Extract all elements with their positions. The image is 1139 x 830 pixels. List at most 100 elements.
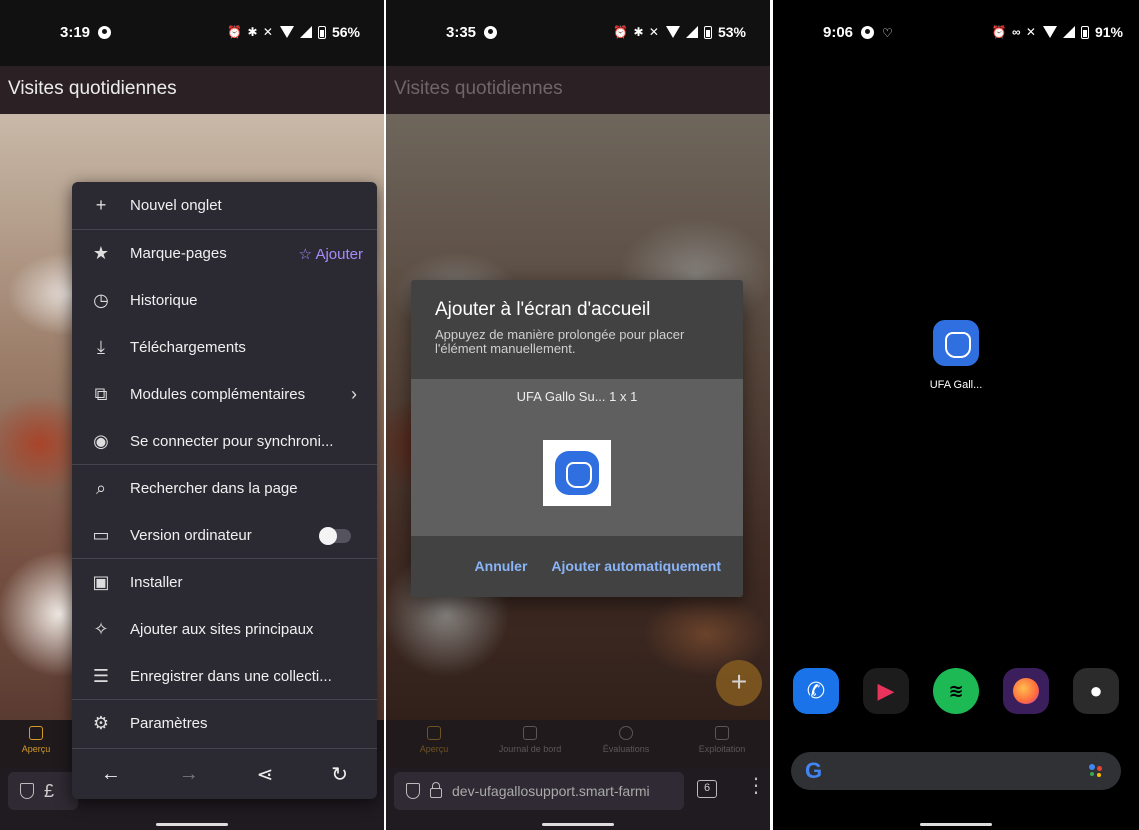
url-text: £ (44, 780, 55, 801)
desktop-site-toggle[interactable] (319, 526, 351, 545)
bottom-navigation: Aperçu Journal de bord Évaluations Explo… (386, 720, 770, 768)
farm-icon (715, 726, 729, 740)
browser-menu: + Nouvel onglet ★ Marque-pages ☆ Ajouter… (72, 182, 377, 799)
home-icon (29, 726, 43, 740)
nav-label: Journal de bord (498, 744, 562, 754)
account-icon: ◉ (93, 431, 109, 451)
menu-install-label: Installer (130, 574, 183, 591)
preview-label: UFA Gallo Su... 1 x 1 (516, 389, 638, 404)
menu-bookmarks[interactable]: ★ Marque-pages ☆ Ajouter (72, 230, 377, 277)
add-to-home-dialog: Ajouter à l'écran d'accueil Appuyez de m… (411, 280, 743, 597)
forward-arrow-icon[interactable]: → (179, 763, 199, 786)
alarm-bluetooth-mute-icons: ⏰ ✱ ✕ (613, 25, 660, 39)
cellular-icon (299, 26, 312, 38)
menu-new-tab-label: Nouvel onglet (130, 197, 222, 214)
home-screen: 9:06 ♡ ⏰ ∞ ✕ 91% UFA Gall... ✆ ▶ ≋ ● G (773, 0, 1139, 830)
plus-icon: + (95, 195, 107, 215)
reload-icon[interactable]: ↻ (331, 762, 348, 787)
menu-addons[interactable]: ⧉ Modules complémentaires › (72, 371, 377, 418)
shortcut-label: UFA Gall... (929, 379, 983, 391)
menu-settings-label: Paramètres (130, 715, 208, 732)
wifi-icon (665, 26, 680, 38)
menu-desktop-label: Version ordinateur (130, 527, 252, 544)
home-indicator (542, 823, 614, 826)
lock-app-icon[interactable]: ● (1073, 668, 1119, 714)
url-field[interactable]: £ (8, 772, 78, 810)
battery-percent: 53% (717, 24, 746, 40)
menu-new-tab[interactable]: + Nouvel onglet (72, 182, 377, 229)
download-icon: ⤓ (97, 337, 105, 357)
assistant-icon[interactable] (1089, 764, 1103, 778)
menu-find-in-page[interactable]: ⌕ Rechercher dans la page (72, 465, 377, 512)
menu-save-to-collection[interactable]: ☰ Enregistrer dans une collecti... (72, 653, 377, 700)
menu-addons-label: Modules complémentaires (130, 386, 306, 403)
shield-icon[interactable] (20, 783, 34, 799)
bookmark-star-icon: ★ (92, 243, 110, 263)
menu-top-sites-label: Ajouter aux sites principaux (130, 621, 314, 638)
status-bar: 9:06 ♡ ⏰ ∞ ✕ 91% (773, 0, 1139, 66)
menu-install[interactable]: ▣ Installer (72, 559, 377, 606)
firefox-icon[interactable] (1003, 668, 1049, 714)
add-fab[interactable]: + (716, 660, 762, 706)
nav-exploitation[interactable]: Exploitation (674, 720, 770, 768)
app-dock: ✆ ▶ ≋ ● (793, 668, 1119, 714)
laptop-icon: ▭ (92, 525, 110, 545)
nav-apercu[interactable]: Aperçu (386, 720, 482, 768)
nav-label: Évaluations (602, 744, 650, 754)
battery-icon (703, 25, 712, 39)
home-shortcut-ufa[interactable]: UFA Gall... (928, 320, 984, 391)
menu-bookmarks-label: Marque-pages (130, 245, 227, 262)
menu-settings[interactable]: ⚙ Paramètres (72, 700, 377, 747)
ufa-app-icon (555, 451, 599, 495)
menu-screen: 3:19 ⏰ ✱ ✕ 56% Visites quotidiennes Aper… (0, 0, 384, 830)
menu-desktop-site[interactable]: ▭ Version ordinateur (72, 512, 377, 559)
nav-evaluations[interactable]: Évaluations (578, 720, 674, 768)
battery-icon (317, 25, 326, 39)
add-bookmark-label: Ajouter (315, 245, 363, 263)
preview-icon-box[interactable] (543, 440, 611, 506)
widget-preview[interactable]: UFA Gallo Su... 1 x 1 (411, 379, 743, 536)
star-outline-icon: ☆ (298, 245, 316, 263)
collection-icon: ☰ (92, 666, 110, 686)
menu-history[interactable]: ◷ Historique (72, 277, 377, 324)
youtube-icon[interactable]: ▶ (863, 668, 909, 714)
spotify-icon[interactable]: ≋ (933, 668, 979, 714)
menu-add-to-top-sites[interactable]: ✧ Ajouter aux sites principaux (72, 606, 377, 653)
status-bar: 3:35 ⏰ ✱ ✕ 53% (386, 0, 770, 66)
menu-downloads[interactable]: ⤓ Téléchargements (72, 324, 377, 371)
add-automatically-button[interactable]: Ajouter automatiquement (551, 558, 721, 574)
shield-icon[interactable] (406, 783, 420, 799)
wifi-icon (279, 26, 294, 38)
home-icon (427, 726, 441, 740)
cellular-icon (1062, 26, 1075, 38)
menu-history-label: Historique (130, 292, 198, 309)
notification-icon (484, 26, 498, 39)
cancel-button[interactable]: Annuler (475, 558, 528, 574)
google-icon: G (805, 758, 823, 783)
battery-percent: 91% (1094, 24, 1123, 40)
notification-icon (98, 26, 112, 39)
nav-apercu[interactable]: Aperçu (0, 720, 72, 768)
back-arrow-icon[interactable]: ← (101, 763, 121, 786)
home-indicator (156, 823, 228, 826)
kebab-menu-icon[interactable]: ⋮ (746, 776, 766, 796)
status-time: 9:06 (823, 24, 854, 41)
menu-sign-in-label: Se connecter pour synchroni... (130, 433, 334, 450)
url-field[interactable]: dev-ufagallosupport.smart-farmi (394, 772, 684, 810)
dialog-subtitle: Appuyez de manière prolongée pour placer… (435, 327, 685, 356)
nav-journal[interactable]: Journal de bord (482, 720, 578, 768)
lock-icon (430, 782, 442, 798)
google-search-bar[interactable]: G (791, 752, 1121, 790)
menu-nav-row: ← → ⋖ ↻ (72, 750, 377, 799)
battery-icon (1080, 25, 1089, 39)
alarm-link-mute-icons: ⏰ ∞ ✕ (991, 25, 1037, 39)
status-bar: 3:19 ⏰ ✱ ✕ 56% (0, 0, 384, 66)
add-bookmark-button[interactable]: ☆ Ajouter (299, 245, 363, 263)
menu-sign-in[interactable]: ◉ Se connecter pour synchroni... (72, 418, 377, 465)
chevron-right-icon: › (351, 384, 357, 404)
tab-counter-button[interactable]: 6 (697, 780, 717, 798)
pin-icon: ✧ (93, 619, 109, 639)
search-icon: ⌕ (95, 478, 107, 498)
phone-icon[interactable]: ✆ (793, 668, 839, 714)
share-icon[interactable]: ⋖ (257, 762, 274, 787)
